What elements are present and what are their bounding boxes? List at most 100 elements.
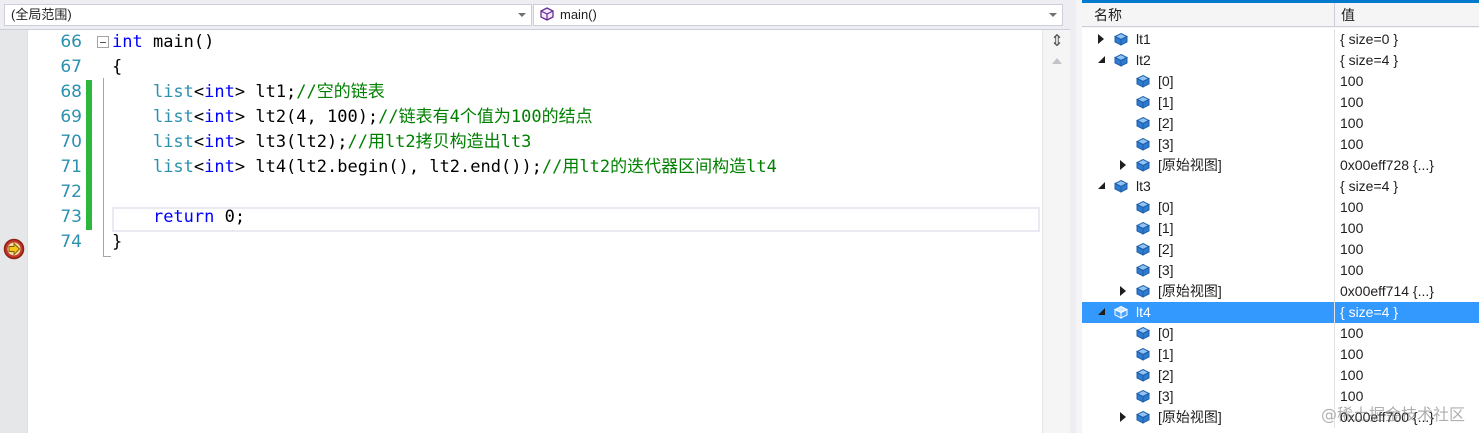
watch-row[interactable]: [原始视图] 0x00eff728 {...} (1082, 155, 1479, 176)
watch-row[interactable]: [1] 100 (1082, 92, 1479, 113)
code-area[interactable]: 66 int main() 67 {68 list<int> lt1;//空的链表 69… (28, 30, 1042, 433)
code-line[interactable]: 66 int main() (28, 30, 1042, 55)
watch-row[interactable]: lt4 { size=4 } (1082, 302, 1479, 323)
watch-item-value[interactable]: { size=0 } (1340, 29, 1398, 50)
expand-arrow-icon[interactable] (1098, 34, 1104, 44)
code-line[interactable]: 72 (28, 180, 1042, 205)
watch-window[interactable]: 名称 值 lt1{ size=0 } lt2{ size=4 } [0] 100 [1]… (1070, 0, 1479, 433)
scroll-up-arrow-icon[interactable] (1052, 58, 1062, 64)
variable-icon (1135, 263, 1151, 277)
code-token: main() (142, 32, 215, 52)
code-line[interactable]: 71 list<int> lt4(lt2.begin(), lt2.end())… (28, 155, 1042, 180)
watch-item-value[interactable]: 0x00eff714 {...} (1340, 281, 1434, 302)
code-line[interactable]: 69 list<int> lt2(4, 100);//链表有4个值为100的结点 (28, 105, 1042, 130)
watch-item-name: [原始视图] (1158, 283, 1222, 299)
watch-item-value[interactable]: 100 (1340, 365, 1363, 386)
watch-item-name: [2] (1158, 367, 1174, 383)
watch-row[interactable]: [3] 100 (1082, 134, 1479, 155)
expand-arrow-icon[interactable] (1120, 286, 1126, 296)
line-number: 67 (60, 57, 82, 77)
code-line[interactable]: 68 list<int> lt1;//空的链表 (28, 80, 1042, 105)
change-indicator (86, 155, 92, 180)
watch-row[interactable]: [2] 100 (1082, 239, 1479, 260)
collapse-arrow-icon[interactable] (1098, 308, 1105, 315)
watch-item-value[interactable]: 100 (1340, 344, 1363, 365)
code-line[interactable]: 67 { (28, 55, 1042, 80)
watch-row[interactable]: lt2 { size=4 } (1082, 50, 1479, 71)
variable-icon (1135, 242, 1151, 256)
watch-item-value[interactable]: 100 (1340, 71, 1363, 92)
watch-item-value[interactable]: 100 (1340, 239, 1363, 260)
watch-item-value[interactable]: 100 (1340, 134, 1363, 155)
watch-item-name: [3] (1158, 262, 1174, 278)
line-number: 72 (60, 182, 82, 202)
column-separator (1334, 218, 1335, 239)
code-line[interactable]: 73 return 0; (28, 205, 1042, 230)
split-window-icon[interactable]: ⇕ (1048, 32, 1066, 50)
collapse-arrow-icon[interactable] (1098, 182, 1105, 189)
column-separator (1334, 365, 1335, 386)
collapse-arrow-icon[interactable] (1098, 56, 1105, 63)
code-line[interactable]: 74} (28, 230, 1042, 255)
vertical-scrollbar[interactable]: ⇕ (1042, 30, 1070, 433)
watch-row[interactable]: [0] 100 (1082, 71, 1479, 92)
variable-icon (1135, 74, 1151, 88)
comment-token: //链表有4个值为100的结点 (378, 107, 593, 127)
breakpoint-margin[interactable] (0, 30, 28, 433)
watch-row[interactable]: [1] 100 (1082, 344, 1479, 365)
member-dropdown[interactable]: main() (533, 4, 1063, 26)
watch-row[interactable]: [2] 100 (1082, 365, 1479, 386)
column-separator (1334, 281, 1335, 302)
code-token: < (193, 82, 205, 102)
watch-row[interactable]: [3] 100 (1082, 260, 1479, 281)
watch-item-value[interactable]: 0x00eff728 {...} (1340, 155, 1434, 176)
watch-item-name: [1] (1158, 346, 1174, 362)
watch-row[interactable]: [0] 100 (1082, 323, 1479, 344)
watch-item-value[interactable]: 100 (1340, 113, 1363, 134)
comment-token: //空的链表 (296, 82, 385, 102)
watch-item-value[interactable]: 100 (1340, 218, 1363, 239)
watch-row[interactable]: lt1 { size=0 } (1082, 29, 1479, 50)
column-separator (1334, 260, 1335, 281)
watch-row[interactable]: [原始视图] 0x00eff714 {...} (1082, 281, 1479, 302)
expand-arrow-icon[interactable] (1120, 412, 1126, 422)
watch-row[interactable]: lt3 { size=4 } (1082, 176, 1479, 197)
variable-icon (1135, 410, 1151, 424)
watch-item-value[interactable]: { size=4 } (1340, 176, 1398, 197)
scope-dropdown[interactable]: (全局范围) (4, 4, 532, 26)
watch-item-value[interactable]: { size=4 } (1340, 50, 1398, 71)
column-separator (1334, 155, 1335, 176)
watch-item-value[interactable]: { size=4 } (1340, 302, 1398, 323)
column-header-name[interactable]: 名称 (1088, 3, 1334, 27)
line-number: 74 (60, 232, 82, 252)
code-token: < (193, 107, 205, 127)
expand-arrow-icon[interactable] (1120, 160, 1126, 170)
watch-item-name: [2] (1158, 115, 1174, 131)
watch-item-value[interactable]: 100 (1340, 323, 1363, 344)
column-separator (1334, 239, 1335, 260)
code-text: { (112, 55, 122, 80)
change-indicator (86, 130, 92, 155)
code-text: list<int> lt1;//空的链表 (112, 80, 385, 105)
collapse-toggle-icon[interactable] (97, 36, 109, 48)
watch-item-name: [1] (1158, 220, 1174, 236)
watch-item-value[interactable]: 100 (1340, 260, 1363, 281)
watch-item-value[interactable]: 100 (1340, 92, 1363, 113)
watch-row[interactable]: [1] 100 (1082, 218, 1479, 239)
breakpoint-current-statement-icon[interactable] (3, 238, 25, 260)
watch-list[interactable]: lt1{ size=0 } lt2{ size=4 } [0] 100 [1] 100 [2… (1082, 28, 1479, 433)
watch-item-value[interactable]: 100 (1340, 197, 1363, 218)
code-token: { (112, 57, 123, 77)
code-line[interactable]: 70 list<int> lt3(lt2);//用lt2拷贝构造出lt3 (28, 130, 1042, 155)
code-token: > lt2(4, 100); (234, 107, 379, 127)
column-header-value[interactable]: 值 (1334, 3, 1479, 27)
column-separator (1334, 50, 1335, 71)
type-token: list (152, 157, 194, 177)
code-editor[interactable]: (全局范围) main() 66 int main() 67 {68 list<int… (0, 0, 1070, 433)
change-indicator (86, 180, 92, 205)
variable-icon (1135, 326, 1151, 340)
watch-row[interactable]: [0] 100 (1082, 197, 1479, 218)
watch-row[interactable]: [2] 100 (1082, 113, 1479, 134)
